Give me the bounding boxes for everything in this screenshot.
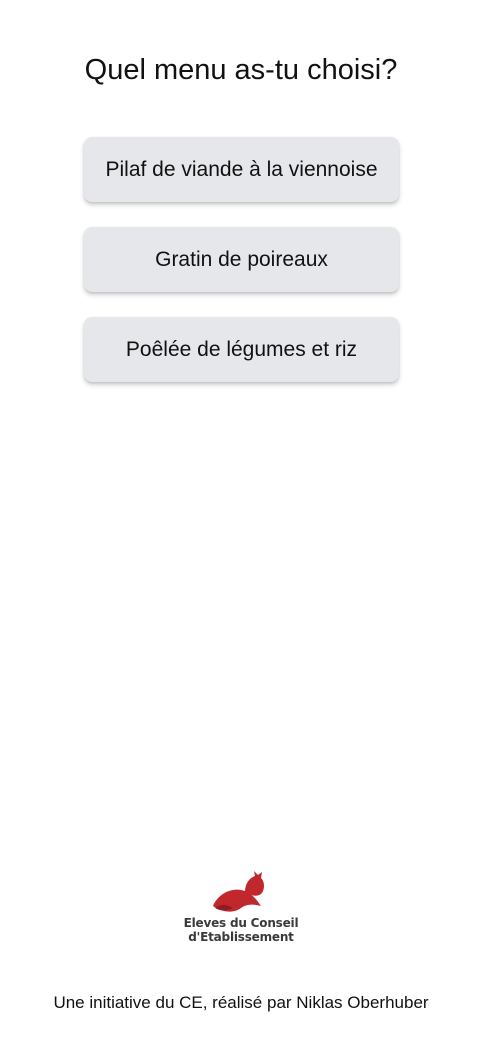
menu-option-pilaf[interactable]: Pilaf de viande à la viennoise: [84, 137, 399, 202]
menu-option-gratin[interactable]: Gratin de poireaux: [84, 227, 399, 292]
logo-text: Eleves du Conseil d'Etablissement: [171, 916, 311, 944]
logo-line-2: d'Etablissement: [188, 930, 294, 944]
menu-options: Pilaf de viande à la viennoise Gratin de…: [84, 137, 399, 407]
ce-logo: Eleves du Conseil d'Etablissement: [171, 870, 311, 950]
logo-line-1: Eleves du Conseil: [183, 916, 299, 930]
fox-icon: [213, 871, 264, 912]
footer-credit: Une initiative du CE, réalisé par Niklas…: [53, 993, 429, 1012]
menu-option-poelee[interactable]: Poêlée de légumes et riz: [84, 317, 399, 382]
page-title: Quel menu as-tu choisi?: [84, 54, 398, 86]
